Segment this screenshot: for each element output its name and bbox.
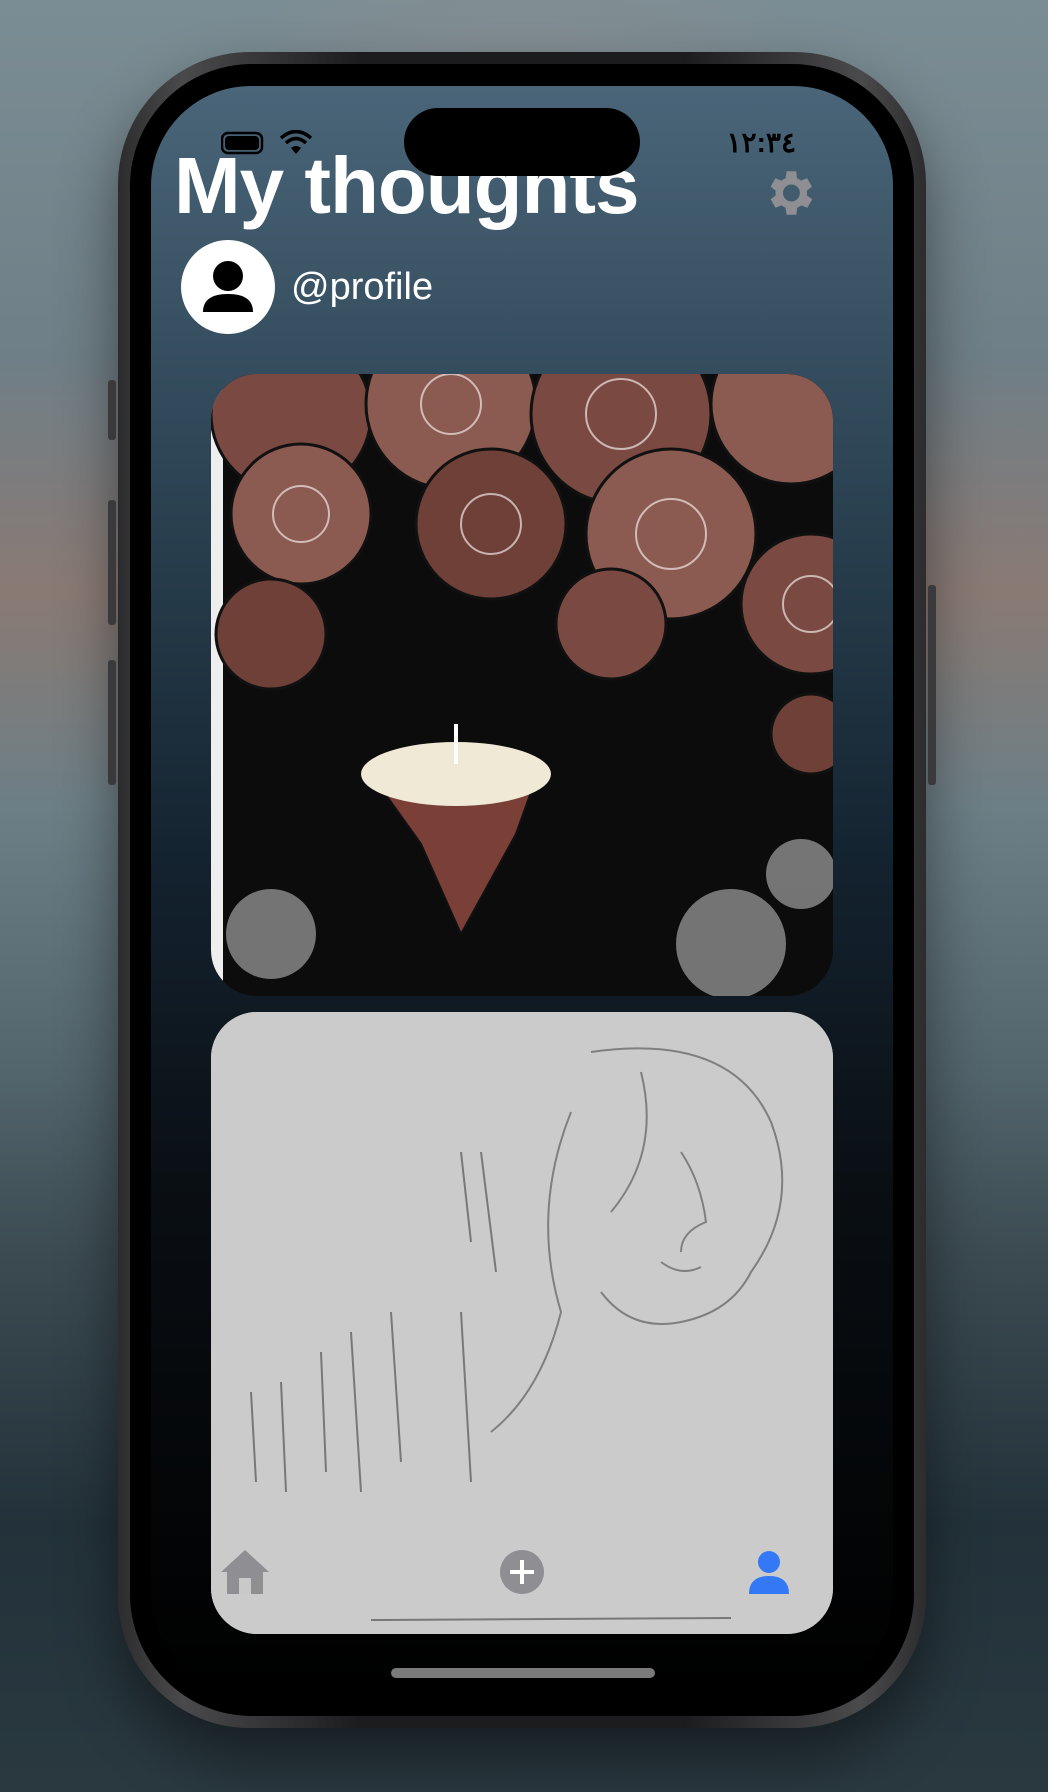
- add-circle-icon: [500, 1550, 544, 1594]
- action-button: [108, 380, 116, 440]
- person-icon: [749, 1551, 789, 1594]
- profile-username[interactable]: @profile: [291, 266, 433, 309]
- battery-icon: [220, 131, 267, 160]
- home-indicator: [391, 1668, 655, 1678]
- feed-card-drawing[interactable]: [211, 374, 833, 996]
- app-screen: ١٢:٣٤ My thoughts @profile: [151, 86, 893, 1694]
- status-icons: [220, 129, 313, 161]
- home-icon: [221, 1550, 269, 1594]
- status-time: ١٢:٣٤: [726, 127, 796, 158]
- wifi-icon: [279, 129, 313, 161]
- person-icon: [203, 261, 253, 312]
- feed-card-sketch[interactable]: [211, 1012, 833, 1634]
- dynamic-island: [404, 108, 640, 176]
- settings-gear-icon[interactable]: [760, 164, 818, 222]
- tab-profile[interactable]: [741, 1544, 797, 1600]
- sketch-image: [211, 1012, 833, 1634]
- tab-add[interactable]: [494, 1544, 550, 1600]
- volume-up-button: [108, 500, 116, 625]
- drawing-image: [211, 374, 833, 996]
- volume-down-button: [108, 660, 116, 785]
- power-button: [928, 585, 936, 785]
- tab-home[interactable]: [217, 1544, 273, 1600]
- profile-avatar[interactable]: [181, 240, 275, 334]
